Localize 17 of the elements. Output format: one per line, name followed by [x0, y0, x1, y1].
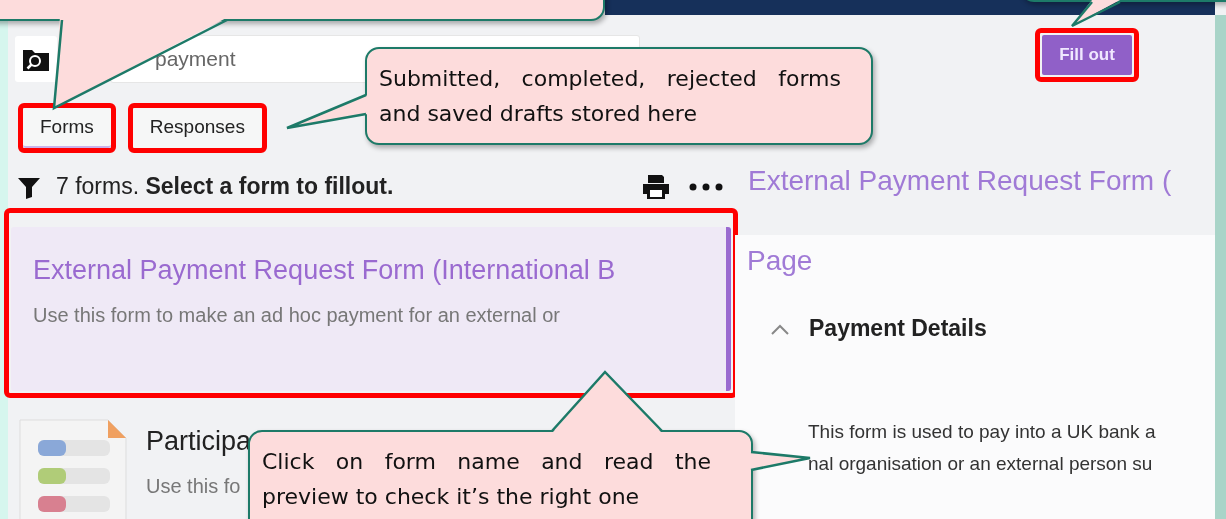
forms-count-text: 7 forms. Select a form to fillout. — [56, 173, 395, 200]
print-icon[interactable] — [641, 173, 671, 200]
more-icon[interactable] — [689, 182, 723, 191]
callout: Submitted, completed, rejected forms and saved drafts stored here — [365, 47, 873, 145]
form-title: External Payment Request Form (International B — [33, 255, 616, 286]
form-list-item[interactable]: External Payment Request Form (International B Use this form to make an ad hoc payment for an external or — [11, 227, 731, 391]
folder-search-button[interactable] — [15, 36, 57, 82]
form-description: Use this fo — [146, 475, 242, 498]
preview-title: External Payment Request Form ( — [747, 165, 1173, 197]
preview-text-line: This form is used to pay into a UK bank a — [808, 420, 1157, 444]
tab[interactable]: Forms — [23, 108, 111, 148]
tab[interactable]: Responses — [132, 108, 262, 148]
section-title: Payment Details — [809, 315, 987, 342]
fill-out-button[interactable]: Fill out — [1042, 35, 1132, 75]
preview-text-line: nal organisation or an external person su — [808, 452, 1154, 476]
page-heading: Page — [747, 245, 814, 277]
form-description: Use this form to make an ad hoc payment for an external or — [33, 304, 561, 327]
